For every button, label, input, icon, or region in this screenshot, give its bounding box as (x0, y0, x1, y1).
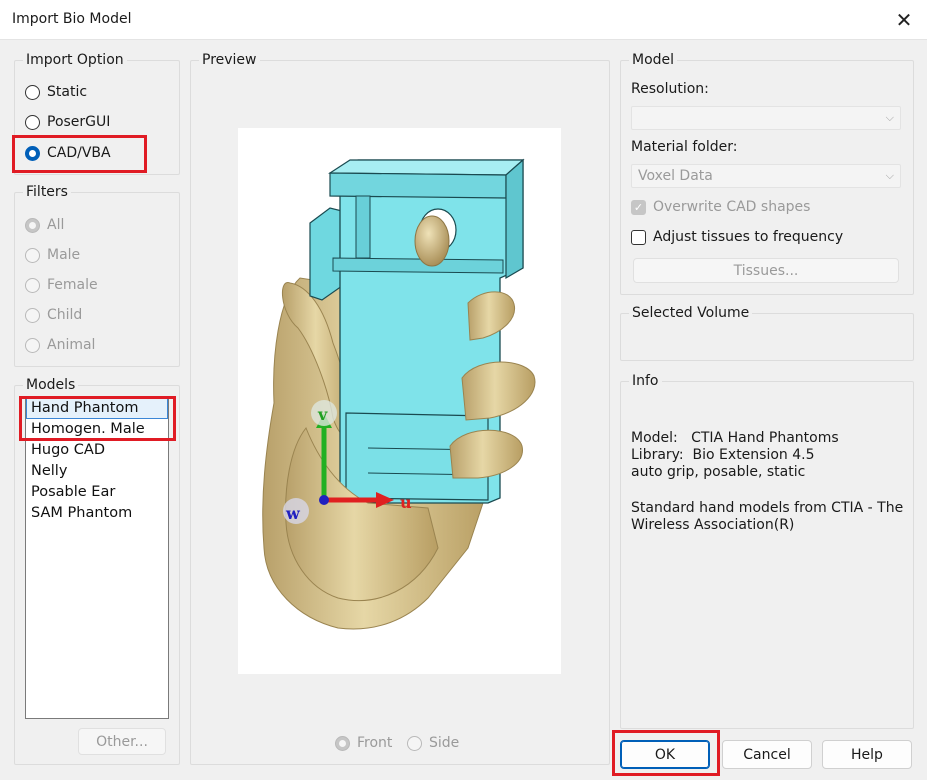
radio-icon (407, 735, 422, 751)
view-front[interactable]: Front (335, 733, 392, 753)
phone-ledge (332, 257, 504, 274)
filter-male[interactable]: Male (25, 245, 80, 265)
filter-male-label: Male (47, 247, 81, 263)
filter-female-label: Female (47, 277, 98, 293)
radio-static-label: Static (47, 84, 88, 100)
phone-slot (355, 195, 371, 259)
axis-u-label: u (400, 493, 412, 512)
finger-shape (461, 361, 536, 421)
finger-shape (449, 429, 523, 479)
filter-animal[interactable]: Animal (25, 335, 95, 355)
radio-posergui[interactable]: PoserGUI (25, 112, 110, 132)
radio-posergui-label: PoserGUI (47, 114, 111, 130)
radio-static[interactable]: Static (25, 82, 87, 102)
filter-child-label: Child (47, 307, 83, 323)
phone-right-edge (505, 158, 524, 280)
finger-shape (467, 291, 516, 341)
chevron-down-icon: ⌵ (885, 169, 894, 182)
info-line: Library: Bio Extension 4.5 (631, 447, 815, 463)
radio-icon (25, 247, 40, 263)
hand-phantom-render: v u w (262, 158, 536, 630)
view-side-label: Side (429, 735, 460, 751)
view-side[interactable]: Side (407, 733, 459, 753)
knob-shape (414, 215, 450, 267)
list-item[interactable]: Hand Phantom (26, 398, 168, 419)
filter-child[interactable]: Child (25, 305, 82, 325)
filter-all[interactable]: All (25, 215, 64, 235)
radio-checked-icon (335, 735, 350, 751)
radio-cad-vba[interactable]: CAD/VBA (25, 143, 111, 163)
info-line: Wireless Association(R) (631, 517, 795, 533)
list-item[interactable]: Posable Ear (26, 482, 168, 503)
material-folder-label: Material folder: (631, 139, 738, 155)
radio-cad-vba-label: CAD/VBA (47, 145, 111, 161)
phone-side-block (309, 207, 343, 301)
phone-top-rim (329, 172, 507, 199)
radio-checked-icon (25, 145, 40, 161)
list-item[interactable]: SAM Phantom (26, 503, 168, 524)
check-icon: ✓ (631, 199, 646, 215)
list-item[interactable]: Nelly (26, 461, 168, 482)
model-title: Model (629, 51, 678, 69)
close-icon[interactable]: ✕ (881, 0, 927, 40)
info-line: auto grip, posable, static (631, 464, 806, 480)
info-line: Standard hand models from CTIA - The (631, 500, 904, 516)
cancel-button[interactable]: Cancel (722, 740, 812, 769)
adjust-tissues-checkbox[interactable]: Adjust tissues to frequency (631, 229, 843, 245)
window-title: Import Bio Model (12, 11, 132, 27)
filter-animal-label: Animal (47, 337, 96, 353)
overwrite-cad-label: Overwrite CAD shapes (653, 199, 811, 215)
title-bar: Import Bio Model ✕ (0, 0, 927, 40)
radio-icon (25, 277, 40, 293)
adjust-tissues-label: Adjust tissues to frequency (653, 229, 844, 245)
axis-origin (319, 495, 329, 505)
tissues-button[interactable]: Tissues... (633, 258, 899, 283)
ok-button[interactable]: OK (620, 740, 710, 769)
selected-volume-title: Selected Volume (629, 304, 753, 322)
radio-icon (25, 114, 40, 130)
radio-checked-icon (25, 217, 40, 233)
list-item[interactable]: Hugo CAD (26, 440, 168, 461)
checkbox-icon (631, 229, 646, 245)
axis-w-label: w (285, 504, 301, 523)
info-title: Info (629, 372, 662, 390)
material-folder-value: Voxel Data (638, 168, 713, 184)
import-option-group: Import Option Static PoserGUI CAD/VBA (14, 51, 180, 175)
filters-group: Filters All Male Female Child Animal (14, 183, 180, 367)
other-button[interactable]: Other... (78, 728, 166, 755)
axis-v-label: v (317, 405, 328, 424)
filter-all-label: All (47, 217, 65, 233)
info-line: Model: CTIA Hand Phantoms (631, 430, 839, 446)
list-item[interactable]: Homogen. Male (26, 419, 168, 440)
radio-icon (25, 307, 40, 323)
radio-icon (25, 84, 40, 100)
resolution-label: Resolution: (631, 81, 709, 97)
filter-female[interactable]: Female (25, 275, 98, 295)
preview-canvas[interactable]: v u w (238, 128, 561, 674)
radio-icon (25, 337, 40, 353)
chevron-down-icon: ⌵ (885, 111, 894, 124)
help-button[interactable]: Help (822, 740, 912, 769)
import-option-title: Import Option (23, 51, 127, 69)
selected-volume-group: Selected Volume (620, 304, 914, 361)
resolution-select[interactable]: ⌵ (631, 106, 901, 130)
filters-title: Filters (23, 183, 71, 201)
models-title: Models (23, 376, 79, 394)
models-listbox[interactable]: Hand Phantom Homogen. Male Hugo CAD Nell… (25, 397, 169, 719)
preview-title: Preview (199, 51, 260, 69)
material-folder-select[interactable]: Voxel Data ⌵ (631, 164, 901, 188)
overwrite-cad-checkbox[interactable]: ✓ Overwrite CAD shapes (631, 199, 810, 215)
view-front-label: Front (357, 735, 393, 751)
